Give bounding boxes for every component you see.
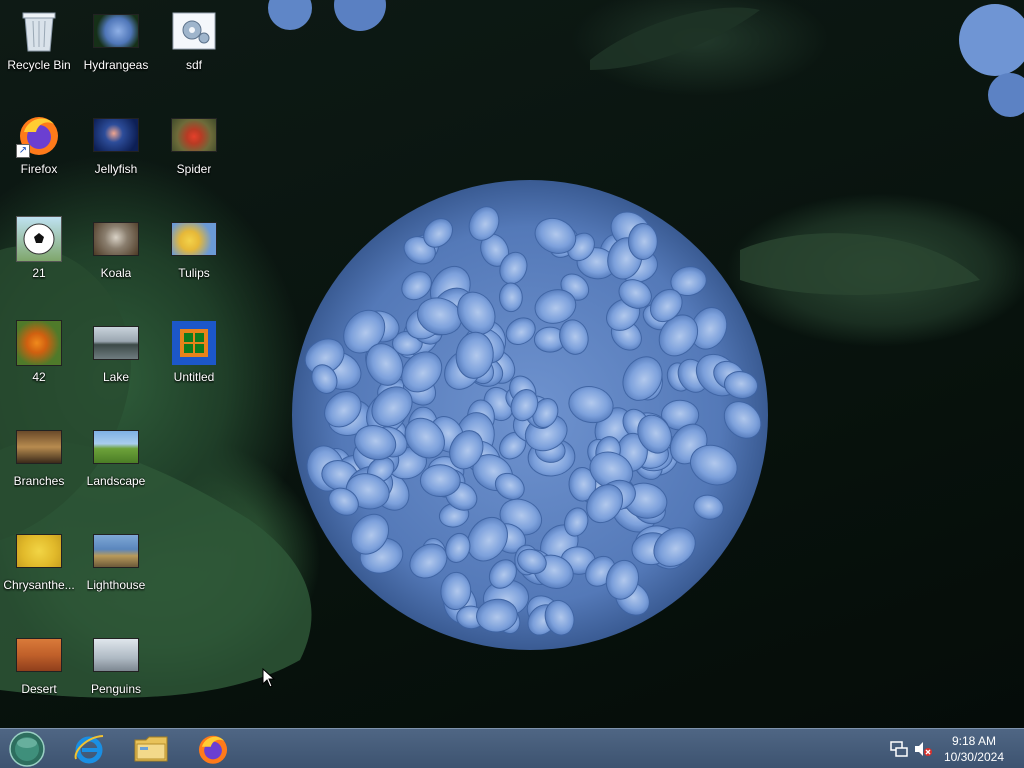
file-explorer-icon	[134, 736, 168, 762]
desktop-icon-landscape[interactable]: Landscape	[78, 418, 154, 518]
clock-date: 10/30/2024	[943, 750, 1004, 764]
clock-time: 9:18 AM	[951, 734, 996, 748]
image-icon	[93, 528, 139, 574]
desktop-icon-hydrangeas[interactable]: Hydrangeas	[78, 2, 154, 102]
icon-label: Branches	[13, 474, 65, 488]
icon-label: Spider	[176, 162, 212, 176]
desktop-icon-chrysanthemum[interactable]: Chrysanthe...	[1, 522, 77, 622]
shortcut-arrow-icon: ↗	[16, 144, 30, 158]
desktop-icon-lighthouse[interactable]: Lighthouse	[78, 522, 154, 622]
image-icon	[171, 112, 217, 158]
image-icon	[93, 320, 139, 366]
firefox-icon: ↗	[16, 112, 62, 158]
icon-label: Untitled	[173, 370, 215, 384]
icon-label: Chrysanthe...	[3, 578, 75, 592]
network-icon[interactable]	[890, 741, 908, 757]
icon-label: Firefox	[20, 162, 58, 176]
settings-file-icon	[171, 8, 217, 54]
internet-explorer-icon	[74, 735, 104, 764]
icon-label: Lighthouse	[86, 578, 146, 592]
recycle-bin-icon	[16, 8, 62, 54]
hydrangea-petal	[419, 464, 461, 498]
firefox-icon	[198, 735, 228, 764]
icon-label: Hydrangeas	[83, 58, 149, 72]
desktop-icon-recycle-bin[interactable]: Recycle Bin	[1, 2, 77, 102]
hydrangea-petal	[498, 282, 523, 313]
system-clock[interactable]: 9:18 AM 10/30/2024	[944, 733, 1004, 765]
icon-label: sdf	[185, 58, 202, 72]
start-button[interactable]	[2, 731, 52, 767]
icon-label: Tulips	[178, 266, 210, 280]
image-icon	[93, 632, 139, 678]
image-icon	[171, 216, 217, 262]
icon-label: Desert	[21, 682, 57, 696]
soccer-ball-icon	[16, 216, 62, 262]
desktop-icon-desert[interactable]: Desert	[1, 626, 77, 726]
desktop-icon-spider[interactable]: Spider	[156, 106, 232, 206]
taskbar-file-explorer[interactable]	[126, 731, 176, 767]
taskbar: 9:18 AM 10/30/2024	[0, 728, 1024, 768]
desktop-icon-penguins[interactable]: Penguins	[78, 626, 154, 726]
window-app-icon	[171, 320, 217, 366]
volume-muted-icon[interactable]	[914, 741, 932, 757]
desktop-icon-tulips[interactable]: Tulips	[156, 210, 232, 310]
image-icon	[93, 112, 139, 158]
start-orb-icon	[9, 731, 45, 767]
taskbar-internet-explorer[interactable]	[64, 731, 114, 767]
desktop-icon-jellyfish[interactable]: Jellyfish	[78, 106, 154, 206]
desktop-icon-42[interactable]: 42	[1, 314, 77, 414]
icon-label: Jellyfish	[94, 162, 138, 176]
desktop-icon-koala[interactable]: Koala	[78, 210, 154, 310]
icon-label: Recycle Bin	[7, 58, 71, 72]
image-icon	[93, 424, 139, 470]
image-icon	[16, 320, 62, 366]
desktop-icon-21[interactable]: 21	[1, 210, 77, 310]
icon-label: Landscape	[86, 474, 146, 488]
desktop-icon-lake[interactable]: Lake	[78, 314, 154, 414]
image-icon	[16, 424, 62, 470]
hydrangea-petal	[628, 223, 658, 260]
mouse-cursor-icon	[262, 668, 276, 688]
icon-label: 42	[32, 370, 46, 384]
image-icon	[16, 528, 62, 574]
icon-label: 21	[32, 266, 46, 280]
desktop-icon-firefox[interactable]: ↗ Firefox	[1, 106, 77, 206]
desktop: Recycle Bin Hydrangeas sdf ↗ Firefox Jel…	[0, 0, 1024, 728]
desktop-icon-sdf[interactable]: sdf	[156, 2, 232, 102]
image-icon	[93, 8, 139, 54]
icon-label: Lake	[102, 370, 130, 384]
image-icon	[16, 632, 62, 678]
icon-label: Koala	[100, 266, 132, 280]
taskbar-firefox[interactable]	[188, 731, 238, 767]
desktop-icon-untitled[interactable]: Untitled	[156, 314, 232, 414]
desktop-icon-branches[interactable]: Branches	[1, 418, 77, 518]
icon-label: Penguins	[90, 682, 142, 696]
image-icon	[93, 216, 139, 262]
